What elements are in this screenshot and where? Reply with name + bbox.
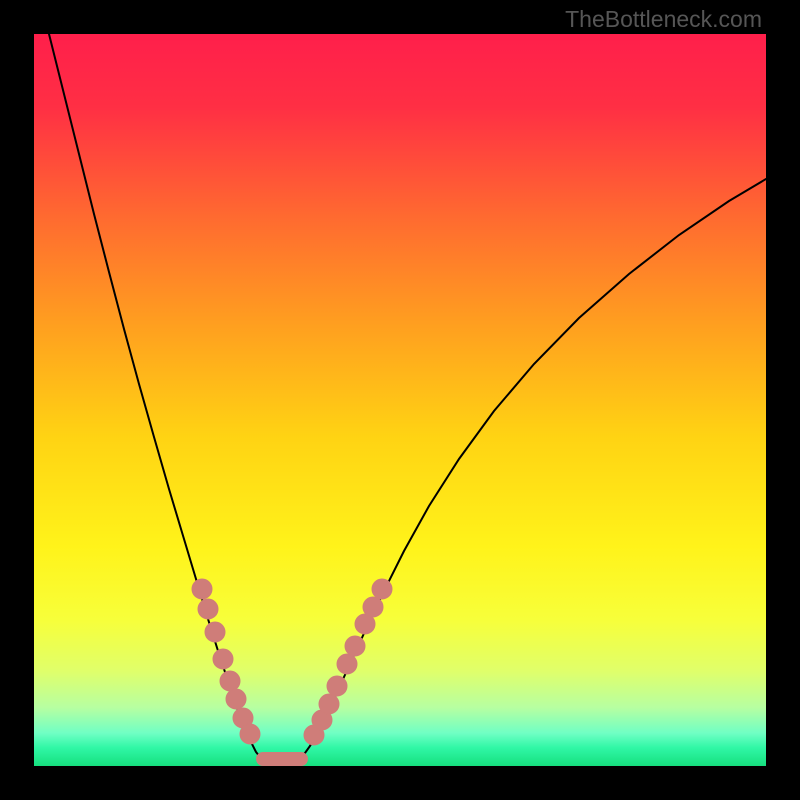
data-point xyxy=(226,689,246,709)
bottom-bar xyxy=(256,752,308,766)
data-point xyxy=(220,671,240,691)
data-point xyxy=(363,597,383,617)
data-point xyxy=(240,724,260,744)
data-point xyxy=(345,636,365,656)
data-point xyxy=(205,622,225,642)
data-point xyxy=(192,579,212,599)
data-point xyxy=(337,654,357,674)
data-point xyxy=(319,694,339,714)
data-point xyxy=(198,599,218,619)
data-point xyxy=(327,676,347,696)
data-dots-left xyxy=(192,579,260,744)
curve-layer xyxy=(34,34,766,766)
bottleneck-curve xyxy=(49,34,766,766)
data-point xyxy=(372,579,392,599)
plot-area xyxy=(34,34,766,766)
data-dots-right xyxy=(304,579,392,745)
data-point xyxy=(213,649,233,669)
watermark-text: TheBottleneck.com xyxy=(565,6,762,33)
chart-frame: TheBottleneck.com xyxy=(0,0,800,800)
